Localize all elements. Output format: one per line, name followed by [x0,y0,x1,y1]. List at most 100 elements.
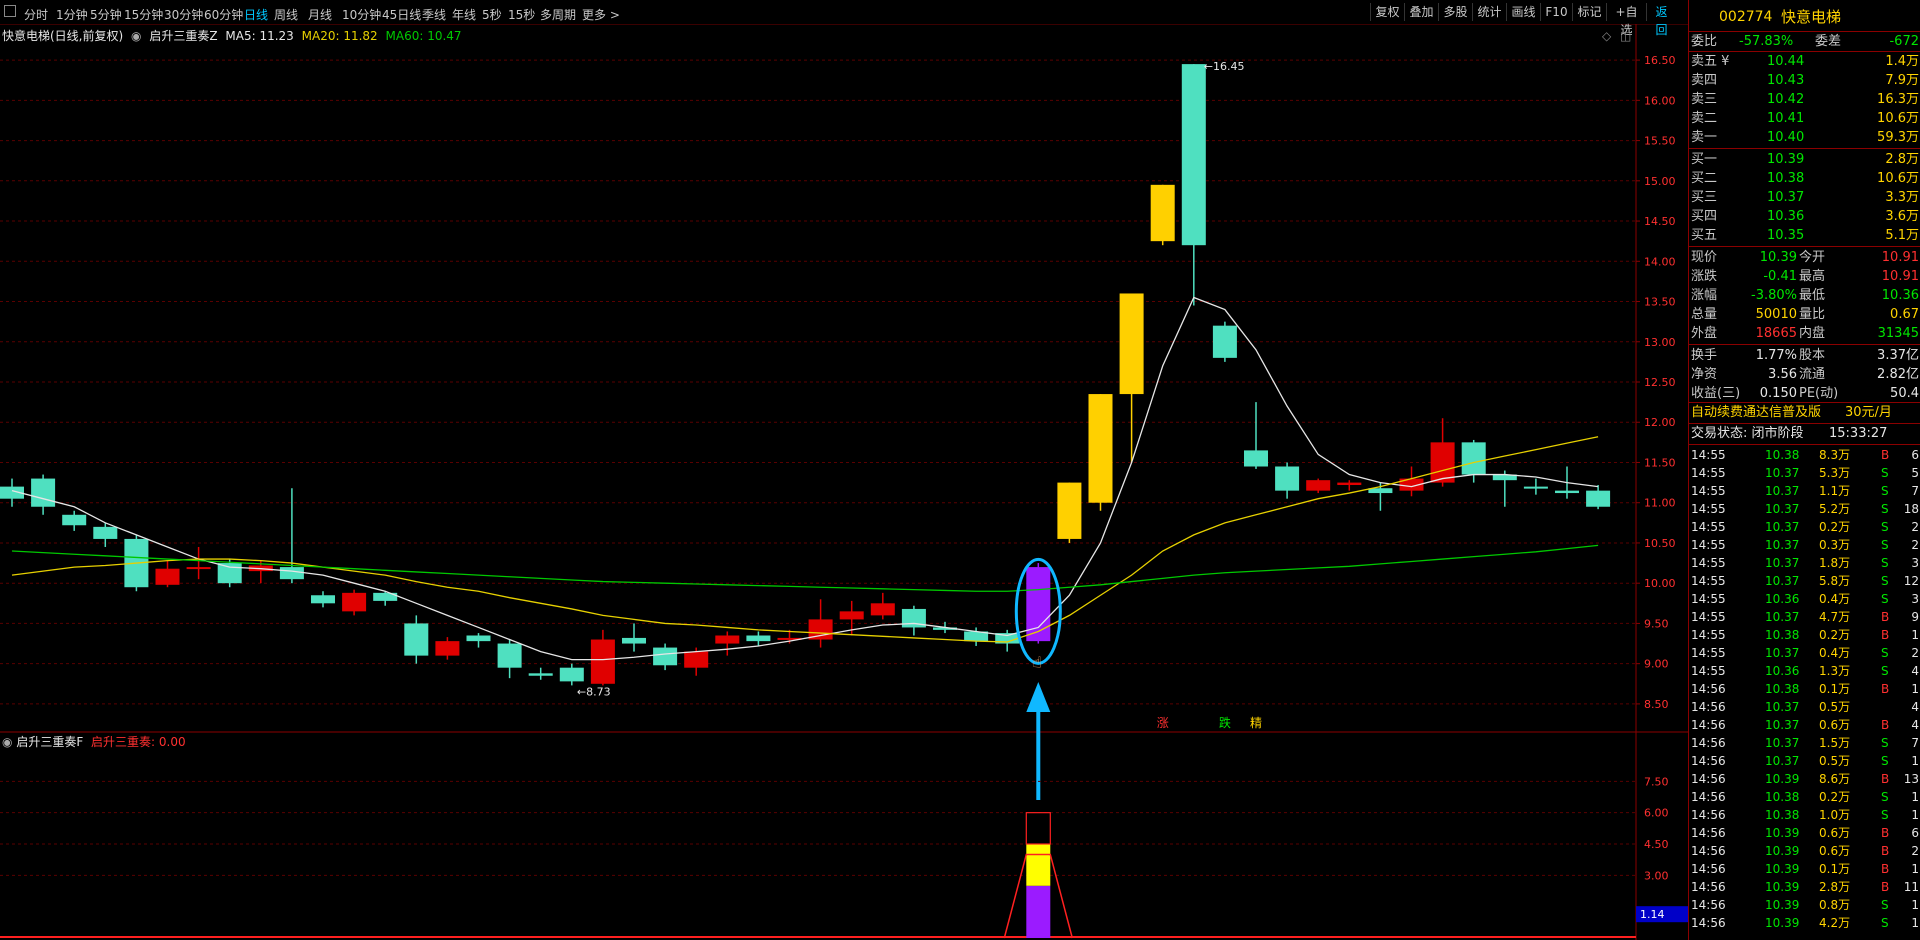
trade-status: 交易状态: 闭市阶段 [1691,426,1804,441]
buy-level-2: 买三 10.37 3.3万 [1689,188,1920,207]
tick-time: 14:55 [1691,610,1726,624]
buy-price: 10.37 [1767,190,1805,205]
tick-price: 10.37 [1765,610,1800,624]
buy-volume: 2.8万 [1885,152,1919,167]
y-tick-label: 11.00 [1644,497,1676,510]
sell-label: 卖三 [1691,92,1718,107]
tick-price: 10.38 [1765,448,1800,462]
stat-value: -0.41 [1763,269,1797,284]
tick-volume: 0.5万 [1819,700,1851,714]
tick-volume: 5.3万 [1819,466,1851,480]
buy-price: 10.36 [1767,209,1805,224]
tick-volume: 0.8万 [1819,898,1851,912]
tick-time: 14:55 [1691,466,1726,480]
sell-price: 10.40 [1767,130,1805,145]
y-tick-label: 16.00 [1644,94,1676,107]
y-tick-label: 10.00 [1644,577,1676,590]
candle-body [1430,442,1455,483]
stat-label: 最高 [1799,269,1826,284]
tick-volume: 1.5万 [1819,736,1851,750]
ind-current-value-label: 1.14 [1640,908,1665,921]
tick-time: 14:56 [1691,754,1726,768]
sell-label: 卖二 [1691,111,1718,126]
buy-level-0: 买一 10.39 2.8万 [1689,150,1920,169]
stock-code: 002774 [1719,9,1773,25]
tick-volume: 0.2万 [1819,520,1851,534]
tick-volume: 0.6万 [1819,826,1851,840]
stat-value: 10.91 [1881,250,1919,265]
stat-value: 3.37亿 [1877,348,1919,363]
tick-side: B [1881,826,1890,840]
stat-value: 10.36 [1881,288,1919,303]
buy-volume: 3.3万 [1885,190,1919,205]
stat-label: 最低 [1799,288,1826,303]
buy-level-4: 买五 10.35 5.1万 [1689,226,1920,245]
tick-volume: 0.4万 [1819,592,1851,606]
tick-time: 14:55 [1691,448,1726,462]
stat-value: 10.91 [1881,269,1919,284]
tick-price: 10.36 [1765,664,1800,678]
buy-label: 买三 [1691,190,1718,205]
tick-row: 14:56 10.39 2.8万 B 11 [1689,878,1920,896]
tick-price: 10.37 [1765,484,1800,498]
y-tick-label: 14.00 [1644,255,1676,268]
tick-volume: 1.1万 [1819,484,1851,498]
stat-label: 换手 [1691,348,1718,363]
tick-count: 1 [1911,862,1919,876]
tick-count: 1 [1911,628,1919,642]
candle-body [1181,64,1206,246]
tick-volume: 0.6万 [1819,844,1851,858]
stat-label: 内盘 [1799,326,1826,341]
tick-count: 1 [1911,754,1919,768]
candle-body [1523,486,1548,489]
tick-time: 14:56 [1691,880,1726,894]
candle-body [715,635,740,644]
indicator-stack-segment [1026,844,1051,886]
tick-time: 14:56 [1691,844,1726,858]
signal-marker: 跌 [1219,715,1231,730]
candle-body [1150,184,1175,242]
tick-side: S [1881,520,1889,534]
tick-time: 14:55 [1691,484,1726,498]
ad-row[interactable]: 自动续费通达信普及版 30元/月 [1689,403,1920,422]
tick-row: 14:55 10.37 0.2万 S 2 [1689,518,1920,536]
candle-body [311,595,335,604]
tick-volume: 0.2万 [1819,790,1851,804]
tick-row: 14:56 10.37 0.5万 S 1 [1689,752,1920,770]
tick-side: B [1881,862,1890,876]
tick-row: 14:56 10.38 0.1万 B 1 [1689,680,1920,698]
sell-level-3: 卖二 10.41 10.6万 [1689,109,1920,128]
candle-body [155,568,180,585]
tick-price: 10.39 [1765,826,1800,840]
tick-volume: 0.1万 [1819,682,1851,696]
tick-row: 14:55 10.37 5.8万 S 12 [1689,572,1920,590]
weibi-label: 委比 [1691,34,1718,49]
ad-price[interactable]: 30元/月 [1845,403,1892,422]
ad-text[interactable]: 自动续费通达信普及版 [1691,403,1821,422]
tick-side: S [1881,664,1889,678]
diamond-icon[interactable]: ◇ [1602,29,1612,43]
tick-count: 4 [1911,718,1919,732]
stat-value: 18665 [1755,326,1797,341]
stat-label: 量比 [1799,307,1826,322]
ind-y-tick-label: 4.50 [1644,838,1669,851]
stat-value: -3.80% [1751,288,1797,303]
tick-price: 10.37 [1765,736,1800,750]
high-price-label: ←16.45 [1204,60,1245,73]
stat-value: 50010 [1755,307,1797,322]
tick-side: B [1881,682,1890,696]
panel-toggle-icon[interactable]: ◫ [1620,29,1631,43]
signal-marker: 精 [1250,716,1262,730]
stat-row-1: 涨跌 -0.41 最高 10.91 [1689,267,1920,286]
tick-volume: 0.6万 [1819,718,1851,732]
tick-row: 14:55 10.37 4.7万 B 9 [1689,608,1920,626]
kline-chart[interactable]: 16.50 16.00 15.50 15.00 14.50 14.00 13.50 13.00… [0,0,1688,940]
stat-label: 涨幅 [1691,288,1718,303]
sell-label: 卖一 [1691,130,1718,145]
stat-label: 现价 [1691,250,1718,265]
y-tick-label: 16.50 [1644,54,1676,67]
candle-body [93,526,118,539]
tick-side: S [1881,808,1889,822]
tick-time: 14:55 [1691,520,1726,534]
tick-row: 14:56 10.38 0.2万 S 1 [1689,788,1920,806]
